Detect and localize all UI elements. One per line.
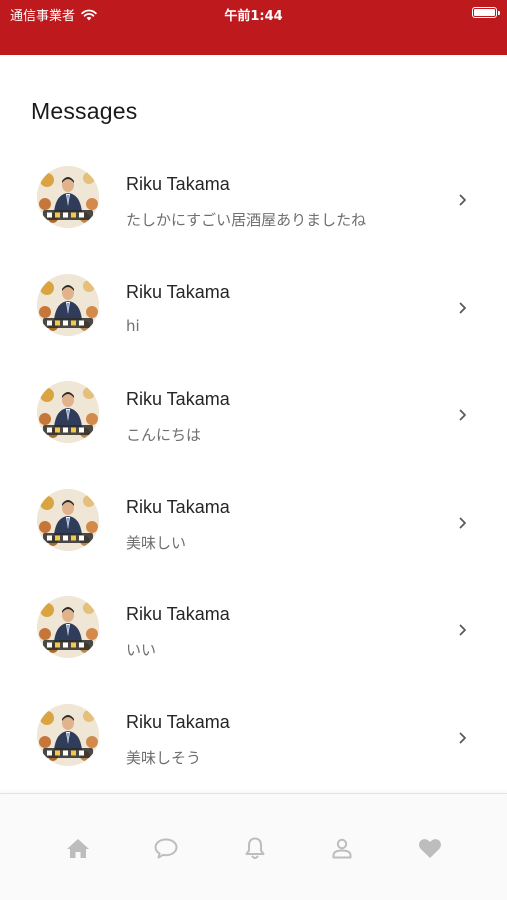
sender-name: Riku Takama — [126, 174, 230, 194]
home-icon — [67, 839, 89, 858]
status-bar: 通信事業者 午前1:44 — [0, 0, 507, 55]
message-preview: いい — [126, 641, 157, 659]
message-preview: 美味しい — [126, 533, 187, 552]
tab-home[interactable] — [64, 834, 92, 862]
avatar — [37, 488, 99, 551]
message-row[interactable]: Riku Takama いい — [0, 578, 507, 686]
tab-messages[interactable] — [152, 834, 180, 862]
clock: 午前1:44 — [224, 9, 283, 24]
avatar — [37, 273, 99, 336]
sender-name: Riku Takama — [126, 389, 230, 409]
avatar — [37, 381, 99, 443]
chat-bubble-icon — [154, 838, 178, 859]
chevron-right-icon — [459, 624, 466, 636]
sender-name: Riku Takama — [126, 281, 230, 302]
page-title: Messages — [31, 98, 138, 124]
chevron-right-icon — [459, 194, 466, 206]
message-preview: こんにちは — [126, 426, 202, 444]
heart-icon — [419, 839, 441, 858]
message-preview: 美味しそう — [126, 748, 202, 767]
message-preview: たしかにすごい居酒屋ありましたね — [126, 211, 367, 229]
chevron-right-icon — [459, 517, 466, 528]
bottom-tab-bar — [0, 793, 507, 900]
tab-profile[interactable] — [328, 834, 356, 862]
sender-name: Riku Takama — [126, 711, 230, 732]
messages-screen: 通信事業者 午前1:44 Messages Riku Takama たしかにすご… — [0, 0, 507, 900]
avatar — [37, 596, 99, 658]
chevron-right-icon — [459, 409, 466, 421]
message-list: Riku Takama たしかにすごい居酒屋ありましたね Riku Takama h… — [0, 148, 507, 793]
battery-icon — [472, 7, 500, 18]
message-row[interactable]: Riku Takama 美味しい — [0, 471, 507, 579]
message-row[interactable]: Riku Takama こんにちは — [0, 363, 507, 471]
message-row[interactable]: Riku Takama hi — [0, 256, 507, 364]
tab-notifications[interactable] — [241, 834, 269, 862]
avatar — [37, 703, 99, 766]
message-row[interactable]: Riku Takama 美味しそう — [0, 686, 507, 794]
message-preview: hi — [126, 316, 140, 335]
bell-icon — [245, 837, 265, 859]
person-icon — [332, 838, 352, 859]
chevron-right-icon — [459, 302, 466, 313]
avatar — [37, 166, 99, 228]
tab-favorites[interactable] — [416, 834, 444, 862]
sender-name: Riku Takama — [126, 604, 230, 624]
sender-name: Riku Takama — [126, 496, 230, 517]
message-row[interactable]: Riku Takama たしかにすごい居酒屋ありましたね — [0, 148, 507, 256]
chevron-right-icon — [459, 732, 466, 743]
